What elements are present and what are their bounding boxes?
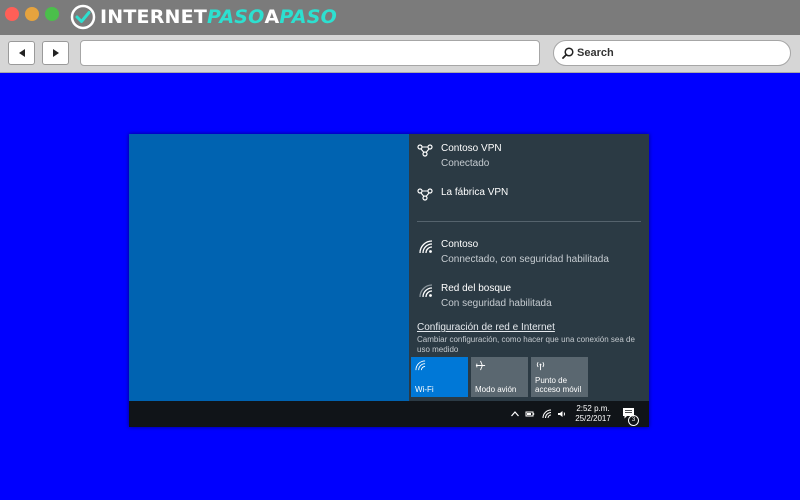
- divider: [417, 221, 641, 222]
- wifi-toggle-tile[interactable]: Wi-Fi: [411, 357, 468, 397]
- logo-check-icon: [70, 4, 96, 30]
- browser-title-bar: INTERNETPASOAPASO: [0, 0, 800, 35]
- logo-text: INTERNETPASOAPASO: [100, 6, 337, 28]
- close-window-button[interactable]: [5, 7, 19, 21]
- tile-label: Modo avión: [475, 385, 517, 394]
- volume-icon[interactable]: [557, 409, 567, 419]
- vpn-icon: [417, 144, 433, 157]
- vpn-name: Contoso VPN: [441, 143, 502, 154]
- tile-label: Punto de acceso móvil: [535, 376, 582, 394]
- site-logo: INTERNETPASOAPASO: [70, 3, 337, 31]
- vpn-name: La fábrica VPN: [441, 187, 509, 198]
- minimize-window-button[interactable]: [25, 7, 39, 21]
- chevron-up-icon[interactable]: [510, 409, 520, 419]
- network-flyout: Contoso VPN Conectado La fábrica VPN Con…: [409, 134, 649, 401]
- address-bar[interactable]: [80, 40, 540, 66]
- vpn-item-contoso[interactable]: Contoso VPN Conectado: [417, 142, 502, 170]
- wifi-network-status: Connectado, con seguridad habilitada: [441, 254, 609, 265]
- forward-arrow-icon: [52, 49, 59, 57]
- wifi-icon: [419, 240, 433, 254]
- search-input[interactable]: Search: [553, 40, 791, 66]
- wifi-item-contoso[interactable]: Contoso Connectado, con seguridad habili…: [417, 238, 609, 266]
- search-placeholder: Search: [577, 47, 614, 59]
- notification-count-badge: 3: [628, 415, 639, 426]
- wifi-network-name: Contoso: [441, 239, 479, 250]
- vpn-item-la-fabrica[interactable]: La fábrica VPN: [417, 186, 508, 202]
- browser-toolbar: Search: [0, 35, 800, 73]
- airplane-mode-tile[interactable]: Modo avión: [471, 357, 528, 397]
- wifi-item-red-del-bosque[interactable]: Red del bosque Con seguridad habilitada: [417, 282, 552, 310]
- back-arrow-icon: [18, 49, 25, 57]
- vpn-icon: [417, 188, 433, 201]
- hotspot-icon: [536, 361, 545, 371]
- tile-label: Wi-Fi: [415, 385, 434, 394]
- wifi-icon: [415, 360, 426, 371]
- clock-time: 2:52 p.m.: [576, 404, 610, 413]
- wifi-icon: [419, 284, 433, 298]
- network-settings-link[interactable]: Configuración de red e Internet: [417, 322, 555, 333]
- wifi-network-name: Red del bosque: [441, 283, 512, 294]
- wifi-icon[interactable]: [542, 409, 552, 419]
- airplane-icon: [475, 360, 486, 371]
- windows-screenshot: Contoso VPN Conectado La fábrica VPN Con…: [129, 134, 649, 427]
- forward-button[interactable]: [42, 41, 69, 65]
- taskbar-clock[interactable]: 2:52 p.m. 25/2/2017: [573, 404, 613, 424]
- network-settings-description: Cambiar configuración, como hacer que un…: [417, 335, 635, 354]
- battery-icon[interactable]: [525, 409, 535, 419]
- maximize-window-button[interactable]: [45, 7, 59, 21]
- vpn-status: Conectado: [441, 158, 490, 169]
- search-icon: [562, 47, 574, 59]
- clock-date: 25/2/2017: [575, 414, 611, 423]
- wifi-network-status: Con seguridad habilitada: [441, 298, 552, 309]
- back-button[interactable]: [8, 41, 35, 65]
- quick-action-tiles: Wi-Fi Modo avión Punto de acceso móvil: [411, 357, 588, 397]
- windows-taskbar: 2:52 p.m. 25/2/2017 3: [129, 401, 649, 427]
- mobile-hotspot-tile[interactable]: Punto de acceso móvil: [531, 357, 588, 397]
